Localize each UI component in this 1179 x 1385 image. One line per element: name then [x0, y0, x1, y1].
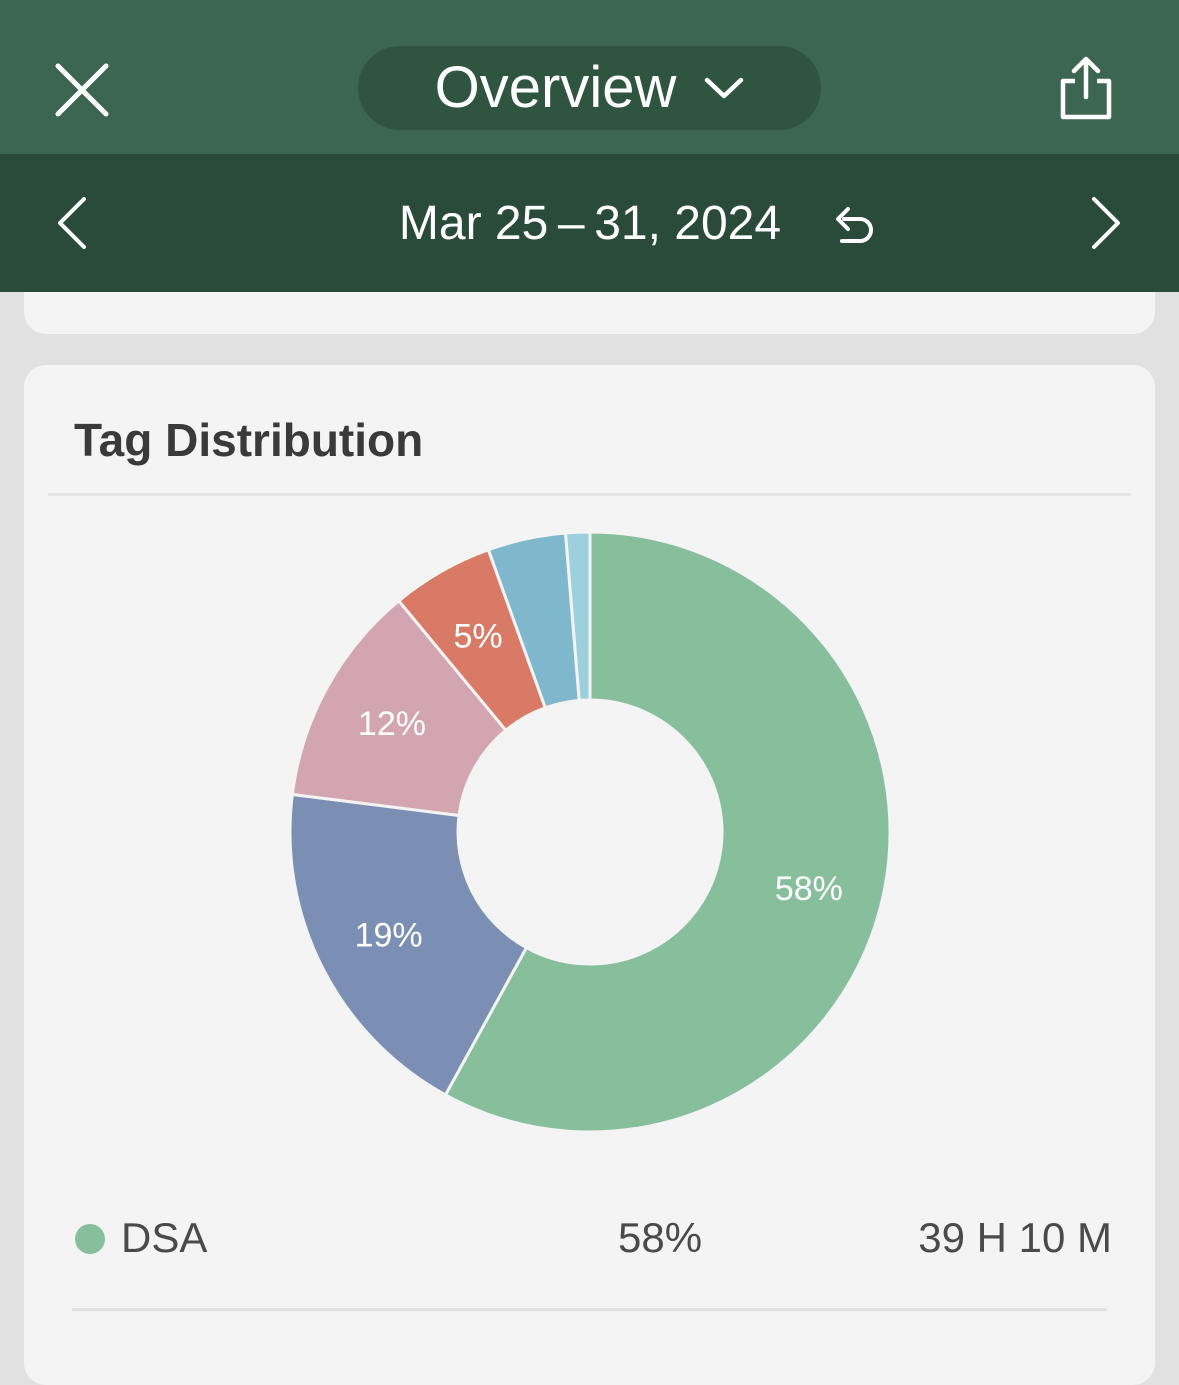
next-week-button[interactable] [1076, 190, 1136, 256]
share-button[interactable] [1050, 50, 1122, 126]
legend-row-dsa[interactable]: DSA 58% 39 H 10 M [72, 1201, 1112, 1273]
chevron-right-icon [1092, 197, 1120, 249]
legend-tag-percent: 58% [618, 1214, 703, 1261]
view-selector-dropdown[interactable]: Overview [358, 46, 821, 130]
legend-color-dot [75, 1224, 105, 1254]
legend-divider [72, 1308, 1107, 1311]
top-bar: Overview [0, 0, 1179, 154]
donut-slice-label-0: 58% [775, 870, 843, 908]
legend-tag-duration: 39 H 10 M [918, 1214, 1112, 1261]
tag-distribution-card: Tag Distribution 58% 19% 12% 5% DSA 58% 39 … [24, 365, 1155, 1385]
view-selector-label: Overview [434, 55, 677, 120]
donut-chart: 58% 19% 12% 5% [288, 530, 892, 1134]
legend-tag-name: DSA [121, 1214, 208, 1261]
donut-slice-label-3: 5% [453, 618, 502, 656]
chevron-down-icon [704, 76, 744, 100]
reset-date-button[interactable] [826, 200, 880, 250]
donut-slice-label-2: 12% [358, 705, 426, 743]
undo-arrow-icon [836, 207, 873, 243]
close-icon [55, 63, 109, 117]
donut-slice-label-1: 19% [355, 917, 423, 955]
close-button[interactable] [40, 48, 124, 132]
date-range-label: Mar 25 – 31, 2024 [398, 197, 782, 250]
previous-card-bottom [24, 292, 1155, 334]
chevron-left-icon [58, 197, 86, 249]
share-icon [1060, 56, 1112, 120]
previous-week-button[interactable] [42, 190, 102, 256]
